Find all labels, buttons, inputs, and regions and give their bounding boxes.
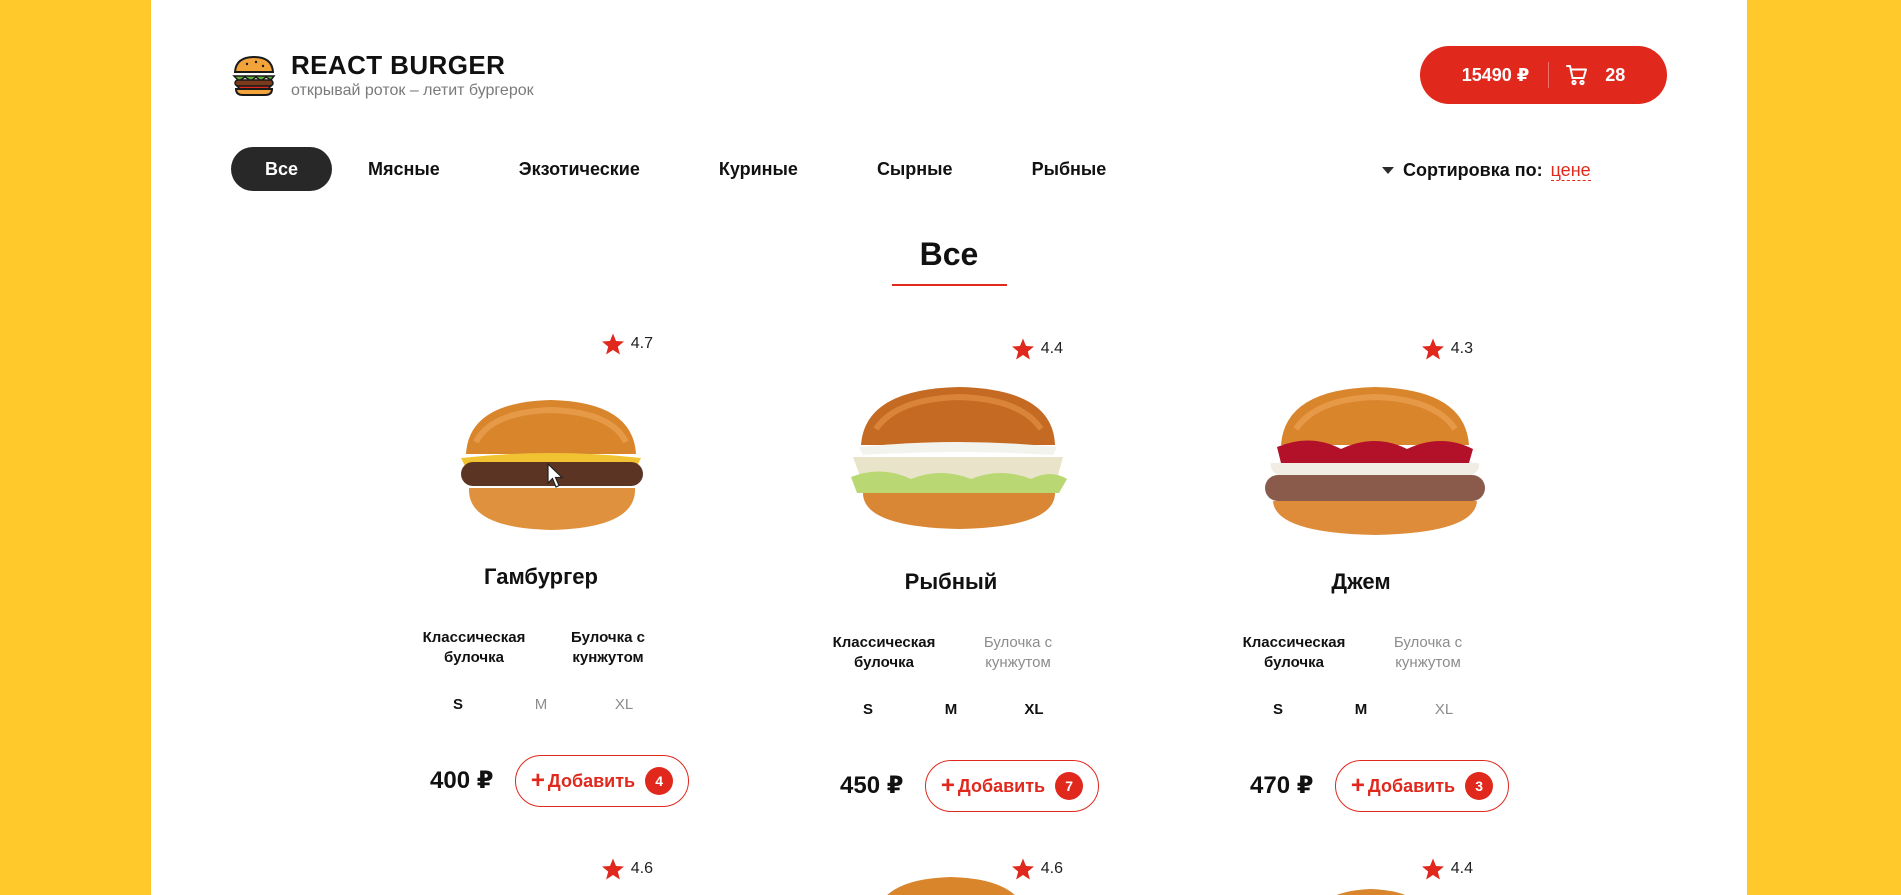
product-card: 4.6 [391, 857, 691, 895]
burger-photo [887, 877, 1015, 895]
cart-icon [1566, 65, 1588, 86]
category-fish[interactable]: Рыбные [1010, 147, 1129, 191]
rating: 4.6 [601, 857, 653, 881]
product-price: 400 ₽ [430, 767, 494, 794]
bun-options: Классическая булочка Булочка с кунжутом [1239, 633, 1483, 673]
burger-photo [1336, 889, 1406, 895]
size-xl[interactable]: XL [1429, 701, 1459, 718]
size-options: S M XL [419, 696, 663, 713]
plus-icon: + [1350, 772, 1365, 799]
product-price: 450 ₽ [840, 772, 904, 799]
rating: 4.3 [1421, 337, 1473, 361]
category-all[interactable]: Все [231, 147, 333, 191]
rating-value: 4.6 [630, 860, 653, 877]
size-m[interactable]: M [526, 696, 556, 713]
burger-photo [461, 400, 643, 530]
bun-option-classic[interactable]: Классическая булочка [419, 628, 529, 668]
brand-title: REACT BURGER [291, 50, 506, 80]
size-options: S M XL [1239, 701, 1483, 718]
size-xl[interactable]: XL [1019, 701, 1049, 718]
star-icon [1421, 858, 1444, 880]
size-m[interactable]: M [936, 701, 966, 718]
sort-control[interactable]: Сортировка по: цене [1382, 160, 1591, 181]
category-chicken[interactable]: Куриные [697, 147, 820, 191]
bun-options: Классическая булочка Булочка с кунжутом [419, 628, 663, 668]
product-card: 4.4 Рыбный Классическая булочка Булочка … [801, 337, 1101, 857]
size-xl[interactable]: XL [609, 696, 639, 713]
rating: 4.7 [601, 332, 653, 356]
add-to-cart-button[interactable]: + Добавить 4 [515, 755, 689, 807]
rating: 4.4 [1011, 337, 1063, 361]
product-name: Джем [1331, 569, 1391, 594]
bun-option-classic[interactable]: Классическая булочка [829, 633, 939, 673]
size-s[interactable]: S [1263, 701, 1293, 718]
size-s[interactable]: S [853, 701, 883, 718]
product-name: Гамбургер [484, 564, 598, 589]
sort-label: Сортировка по: [1403, 160, 1543, 180]
cart-divider [1548, 62, 1550, 88]
size-s[interactable]: S [443, 696, 473, 713]
product-image [1251, 367, 1491, 547]
product-name: Рыбный [904, 569, 998, 594]
product-price: 470 ₽ [1250, 772, 1314, 799]
bun-option-sesame[interactable]: Булочка с кунжутом [963, 633, 1073, 673]
product-card: 4.6 [801, 857, 1101, 895]
category-tabs: Все Мясные Экзотические Куриные Сырные Р… [231, 147, 1163, 191]
rating-value: 4.4 [1040, 340, 1063, 357]
star-icon [601, 858, 624, 880]
category-meat[interactable]: Мясные [346, 147, 462, 191]
burger-photo [851, 387, 1067, 529]
page: REACT BURGER открывай роток – летит бург… [151, 0, 1747, 895]
star-icon [601, 333, 624, 355]
bun-option-sesame[interactable]: Булочка с кунжутом [1373, 633, 1483, 673]
product-card: 4.3 Джем Классическая булочка Булочка с … [1211, 337, 1511, 857]
cart-button[interactable]: 15490 ₽ 28 [1420, 46, 1667, 104]
added-count-badge: 3 [1465, 772, 1494, 800]
cart-sum: 15490 ₽ [1461, 64, 1530, 85]
product-image [431, 362, 671, 542]
size-m[interactable]: M [1346, 701, 1376, 718]
section-title: Все [919, 236, 979, 272]
size-options: S M XL [829, 701, 1073, 718]
star-icon [1421, 338, 1444, 360]
section-underline [892, 284, 1007, 286]
sort-value[interactable]: цене [1550, 160, 1591, 181]
cart-count: 28 [1605, 64, 1626, 85]
brand-subtitle: открывай роток – летит бургерок [291, 82, 534, 99]
rating-value: 4.7 [630, 335, 653, 352]
added-count-badge: 7 [1055, 772, 1084, 800]
rating-value: 4.6 [1040, 860, 1063, 877]
add-label: Добавить [1367, 775, 1456, 796]
add-label: Добавить [547, 770, 636, 791]
rating-value: 4.3 [1450, 340, 1473, 357]
product-card: 4.7 Гамбургер Классическая булочка Булоч… [391, 332, 691, 852]
star-icon [1011, 338, 1034, 360]
plus-icon: + [530, 767, 545, 794]
triangle-down-icon [1382, 167, 1394, 174]
plus-icon: + [940, 772, 955, 799]
logo[interactable]: REACT BURGER открывай роток – летит бург… [231, 50, 534, 100]
category-cheese[interactable]: Сырные [855, 147, 975, 191]
category-exotic[interactable]: Экзотические [497, 147, 662, 191]
rating: 4.4 [1421, 857, 1473, 881]
added-count-badge: 4 [645, 767, 674, 795]
product-image [841, 367, 1081, 547]
mouse-cursor-icon [547, 463, 564, 488]
burger-photo [1265, 387, 1485, 535]
add-label: Добавить [957, 775, 1046, 796]
add-to-cart-button[interactable]: + Добавить 3 [1335, 760, 1509, 812]
burger-icon [232, 55, 276, 96]
bun-option-sesame[interactable]: Булочка с кунжутом [553, 628, 663, 668]
product-card: 4.4 [1211, 857, 1511, 895]
bun-option-classic[interactable]: Классическая булочка [1239, 633, 1349, 673]
add-to-cart-button[interactable]: + Добавить 7 [925, 760, 1099, 812]
bun-options: Классическая булочка Булочка с кунжутом [829, 633, 1073, 673]
rating-value: 4.4 [1450, 860, 1473, 877]
